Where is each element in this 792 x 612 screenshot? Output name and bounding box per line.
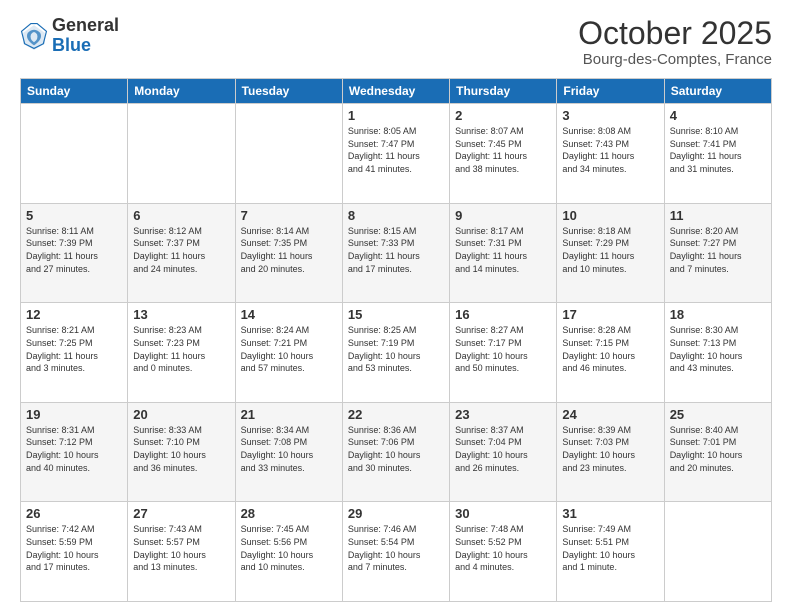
- table-row: 1Sunrise: 8:05 AM Sunset: 7:47 PM Daylig…: [342, 104, 449, 204]
- table-row: [664, 502, 771, 602]
- title-block: October 2025 Bourg-des-Comptes, France: [578, 16, 772, 68]
- table-row: 31Sunrise: 7:49 AM Sunset: 5:51 PM Dayli…: [557, 502, 664, 602]
- table-row: 20Sunrise: 8:33 AM Sunset: 7:10 PM Dayli…: [128, 402, 235, 502]
- table-row: 30Sunrise: 7:48 AM Sunset: 5:52 PM Dayli…: [450, 502, 557, 602]
- table-row: 23Sunrise: 8:37 AM Sunset: 7:04 PM Dayli…: [450, 402, 557, 502]
- calendar-header-row: Sunday Monday Tuesday Wednesday Thursday…: [21, 79, 772, 104]
- table-row: [21, 104, 128, 204]
- table-row: [128, 104, 235, 204]
- page-header: General Blue October 2025 Bourg-des-Comp…: [20, 16, 772, 68]
- logo: General Blue: [20, 16, 119, 56]
- table-row: 4Sunrise: 8:10 AM Sunset: 7:41 PM Daylig…: [664, 104, 771, 204]
- location-subtitle: Bourg-des-Comptes, France: [578, 51, 772, 68]
- table-row: 15Sunrise: 8:25 AM Sunset: 7:19 PM Dayli…: [342, 303, 449, 403]
- col-thursday: Thursday: [450, 79, 557, 104]
- table-row: 5Sunrise: 8:11 AM Sunset: 7:39 PM Daylig…: [21, 203, 128, 303]
- table-row: 18Sunrise: 8:30 AM Sunset: 7:13 PM Dayli…: [664, 303, 771, 403]
- table-row: 12Sunrise: 8:21 AM Sunset: 7:25 PM Dayli…: [21, 303, 128, 403]
- table-row: 6Sunrise: 8:12 AM Sunset: 7:37 PM Daylig…: [128, 203, 235, 303]
- col-saturday: Saturday: [664, 79, 771, 104]
- table-row: 11Sunrise: 8:20 AM Sunset: 7:27 PM Dayli…: [664, 203, 771, 303]
- logo-text: General Blue: [52, 16, 119, 56]
- col-wednesday: Wednesday: [342, 79, 449, 104]
- table-row: 25Sunrise: 8:40 AM Sunset: 7:01 PM Dayli…: [664, 402, 771, 502]
- table-row: 19Sunrise: 8:31 AM Sunset: 7:12 PM Dayli…: [21, 402, 128, 502]
- table-row: 10Sunrise: 8:18 AM Sunset: 7:29 PM Dayli…: [557, 203, 664, 303]
- table-row: 2Sunrise: 8:07 AM Sunset: 7:45 PM Daylig…: [450, 104, 557, 204]
- logo-icon: [20, 22, 48, 50]
- table-row: 9Sunrise: 8:17 AM Sunset: 7:31 PM Daylig…: [450, 203, 557, 303]
- logo-blue: Blue: [52, 36, 119, 56]
- logo-general: General: [52, 16, 119, 36]
- table-row: 22Sunrise: 8:36 AM Sunset: 7:06 PM Dayli…: [342, 402, 449, 502]
- table-row: 27Sunrise: 7:43 AM Sunset: 5:57 PM Dayli…: [128, 502, 235, 602]
- table-row: [235, 104, 342, 204]
- table-row: 13Sunrise: 8:23 AM Sunset: 7:23 PM Dayli…: [128, 303, 235, 403]
- col-friday: Friday: [557, 79, 664, 104]
- month-title: October 2025: [578, 16, 772, 51]
- col-sunday: Sunday: [21, 79, 128, 104]
- table-row: 17Sunrise: 8:28 AM Sunset: 7:15 PM Dayli…: [557, 303, 664, 403]
- table-row: 16Sunrise: 8:27 AM Sunset: 7:17 PM Dayli…: [450, 303, 557, 403]
- table-row: 21Sunrise: 8:34 AM Sunset: 7:08 PM Dayli…: [235, 402, 342, 502]
- table-row: 8Sunrise: 8:15 AM Sunset: 7:33 PM Daylig…: [342, 203, 449, 303]
- col-monday: Monday: [128, 79, 235, 104]
- table-row: 26Sunrise: 7:42 AM Sunset: 5:59 PM Dayli…: [21, 502, 128, 602]
- table-row: 7Sunrise: 8:14 AM Sunset: 7:35 PM Daylig…: [235, 203, 342, 303]
- col-tuesday: Tuesday: [235, 79, 342, 104]
- table-row: 3Sunrise: 8:08 AM Sunset: 7:43 PM Daylig…: [557, 104, 664, 204]
- table-row: 24Sunrise: 8:39 AM Sunset: 7:03 PM Dayli…: [557, 402, 664, 502]
- calendar-table: Sunday Monday Tuesday Wednesday Thursday…: [20, 78, 772, 602]
- table-row: 29Sunrise: 7:46 AM Sunset: 5:54 PM Dayli…: [342, 502, 449, 602]
- table-row: 28Sunrise: 7:45 AM Sunset: 5:56 PM Dayli…: [235, 502, 342, 602]
- table-row: 14Sunrise: 8:24 AM Sunset: 7:21 PM Dayli…: [235, 303, 342, 403]
